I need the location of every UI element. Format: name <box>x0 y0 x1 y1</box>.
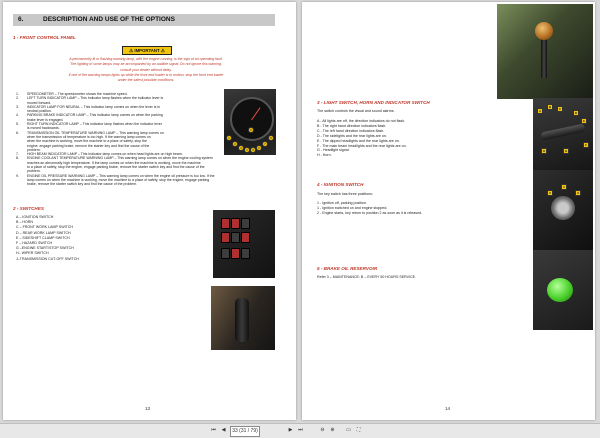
callout-label: B <box>547 104 553 110</box>
switch-list: A – IGNITION SWITCH B – HORN C – FRONT WOR… <box>16 215 79 262</box>
item-number: 4. <box>16 113 19 118</box>
ignition-key-icon <box>551 196 575 220</box>
section5-text: Refer 3 – MAINTENANCE: B – EVERY 50 HOUR… <box>317 275 417 279</box>
prev-page-icon[interactable]: ◀ <box>219 426 228 435</box>
indicator-stalk-icon <box>540 123 586 141</box>
warning-line: The lighting of some lamps may be accomp… <box>70 62 222 67</box>
first-page-icon[interactable]: ⏮ <box>209 426 218 435</box>
section-title-switches: 2 - SWITCHES <box>13 206 44 211</box>
cab-gear-knob-photo <box>497 4 593 99</box>
lamp-callout: 9 <box>248 127 254 133</box>
ignition-switch-photo: 0 1 2 <box>533 170 593 250</box>
list-item: E - The dipped headlights and the rear l… <box>317 138 400 143</box>
list-item: 9. ENGINE OIL PRESSURE WARNING LAMP – Thi… <box>16 174 295 187</box>
zoom-out-icon[interactable]: ⊖ <box>318 426 327 435</box>
last-page-icon[interactable]: ⏭ <box>296 426 305 435</box>
page-number: 13 <box>145 406 151 411</box>
list-item: 6. TRANSMISSION OIL TEMPERATURE WARNING L… <box>16 131 228 152</box>
item-number: 3. <box>16 104 19 109</box>
page-number-input[interactable] <box>230 426 260 437</box>
left-page: 6. DESCRIPTION AND USE OF THE OPTIONS 1 … <box>3 2 296 420</box>
switch-item: J–TRANSMISSION CUT-OFF SWITCH <box>16 256 79 261</box>
next-page-icon[interactable]: ▶ <box>286 426 295 435</box>
list-item: 5. RIGHT TURN INDICATOR LAMP – This indic… <box>16 122 228 131</box>
important-warning-text: A permanently lit or flashing warning la… <box>43 57 249 83</box>
zoom-in-icon[interactable]: ⊕ <box>328 426 337 435</box>
section4-intro: The key switch has three positions: <box>317 192 373 196</box>
switch-button <box>221 232 230 243</box>
callout-label: F <box>583 142 589 148</box>
switch-item: C – FRONT WORK LAMP SWITCH <box>16 225 73 230</box>
callout-label: C <box>557 106 563 112</box>
section-title-brake-oil: 5 - BRAKE OIL RESERVOIR <box>317 266 378 271</box>
callout-label: G <box>563 148 569 154</box>
lamp-callout: 8 <box>268 135 274 141</box>
callout-label: 0 <box>547 190 553 196</box>
list-item: 3. INDICATOR LAMP FOR NEURAL – This indic… <box>16 105 228 114</box>
lamp-callout: 2 <box>232 141 238 147</box>
switch-button <box>221 248 230 259</box>
item-number: 5. <box>16 122 19 127</box>
lamp-callout: 1 <box>226 135 232 141</box>
warning-triangle-icon: ⚠ <box>160 48 165 53</box>
section-title-ignition: 4 - IGNITION SWITCH <box>317 182 364 187</box>
warning-line: under the safest possible conditions. <box>117 78 175 83</box>
list-item: 2. LEFT TURN INDICATOR LAMP – This indica… <box>16 96 228 105</box>
brake-reservoir-photo <box>533 250 593 330</box>
lever-stem <box>541 38 547 78</box>
chapter-title: DESCRIPTION AND USE OF THE OPTIONS <box>43 16 175 23</box>
fit-page-icon[interactable]: ▭ <box>344 426 353 435</box>
section-title-front-control-panel: 1 - FRONT CONTROL PANEL <box>13 35 76 40</box>
item-number: 6. <box>16 130 19 135</box>
item-text: brake, remove the starter switch key and… <box>27 182 138 187</box>
callout-label: H <box>541 148 547 154</box>
chapter-number: 6. <box>18 16 24 23</box>
fullscreen-icon[interactable]: ⛶ <box>354 426 363 435</box>
list-item: 2 - Engine starts, key return to positio… <box>317 210 423 215</box>
gauge-needle <box>251 107 261 121</box>
indicator-lamp-list: 1. SPEEDOMETER – The speedometer shows th… <box>16 92 228 187</box>
callout-label: 1 <box>561 184 567 190</box>
lever-icon <box>235 298 249 342</box>
lamp-callout: 6 <box>256 145 262 151</box>
callout-label: E <box>581 118 587 124</box>
page-number: 14 <box>445 406 451 411</box>
callout-label: A <box>537 108 543 114</box>
instrument-panel-photo: 123456789 <box>224 89 276 155</box>
lamp-callout: 7 <box>262 141 268 147</box>
warning-triangle-icon: ⚠ <box>129 48 134 53</box>
ignition-items: 1 - Ignition off, parking position. 1 - I… <box>317 201 422 216</box>
speedometer-gauge-icon <box>230 97 274 141</box>
light-switch-items: A - All lights are off, the direction in… <box>317 119 407 158</box>
switch-button <box>231 232 240 243</box>
important-banner: ⚠ IMPORTANT ⚠ <box>122 46 172 55</box>
brake-oil-reservoir-icon <box>547 278 573 302</box>
chapter-heading: 6. DESCRIPTION AND USE OF THE OPTIONS <box>13 14 275 26</box>
switch-panel-photo <box>213 210 275 278</box>
important-label: IMPORTANT <box>134 48 160 53</box>
viewer-toolbar: ⏮ ◀ ▶ ⏭ ⊖ ⊕ ▭ ⛶ <box>0 423 600 438</box>
list-item: 4. PARKING BRAKE INDICATOR LAMP – This in… <box>16 113 228 122</box>
list-item: H - Horn. <box>317 153 332 158</box>
section-title-light-switch: 3 - LIGHT SWITCH, HORN AND INDICATOR SWI… <box>317 100 430 105</box>
light-switch-photo: ABC DE F G H <box>533 98 593 170</box>
item-number: 9. <box>16 173 19 178</box>
item-number: 2. <box>16 96 19 101</box>
section3-intro: The switch controls the visual and sound… <box>317 109 395 113</box>
switch-button <box>241 232 250 243</box>
control-lever-photo <box>211 286 275 350</box>
switch-button <box>231 248 240 259</box>
switch-button <box>241 218 250 229</box>
switch-button <box>231 218 240 229</box>
switch-button <box>241 248 250 259</box>
item-number: 8. <box>16 156 19 161</box>
callout-label: D <box>573 110 579 116</box>
switch-button <box>221 218 230 229</box>
list-item: 8. ENGINE COOLANT TEMPERATURE WARNING LAM… <box>16 156 295 173</box>
right-page: 3 - LIGHT SWITCH, HORN AND INDICATOR SWI… <box>302 2 595 420</box>
gear-knob-icon <box>535 22 553 40</box>
callout-label: 2 <box>575 190 581 196</box>
